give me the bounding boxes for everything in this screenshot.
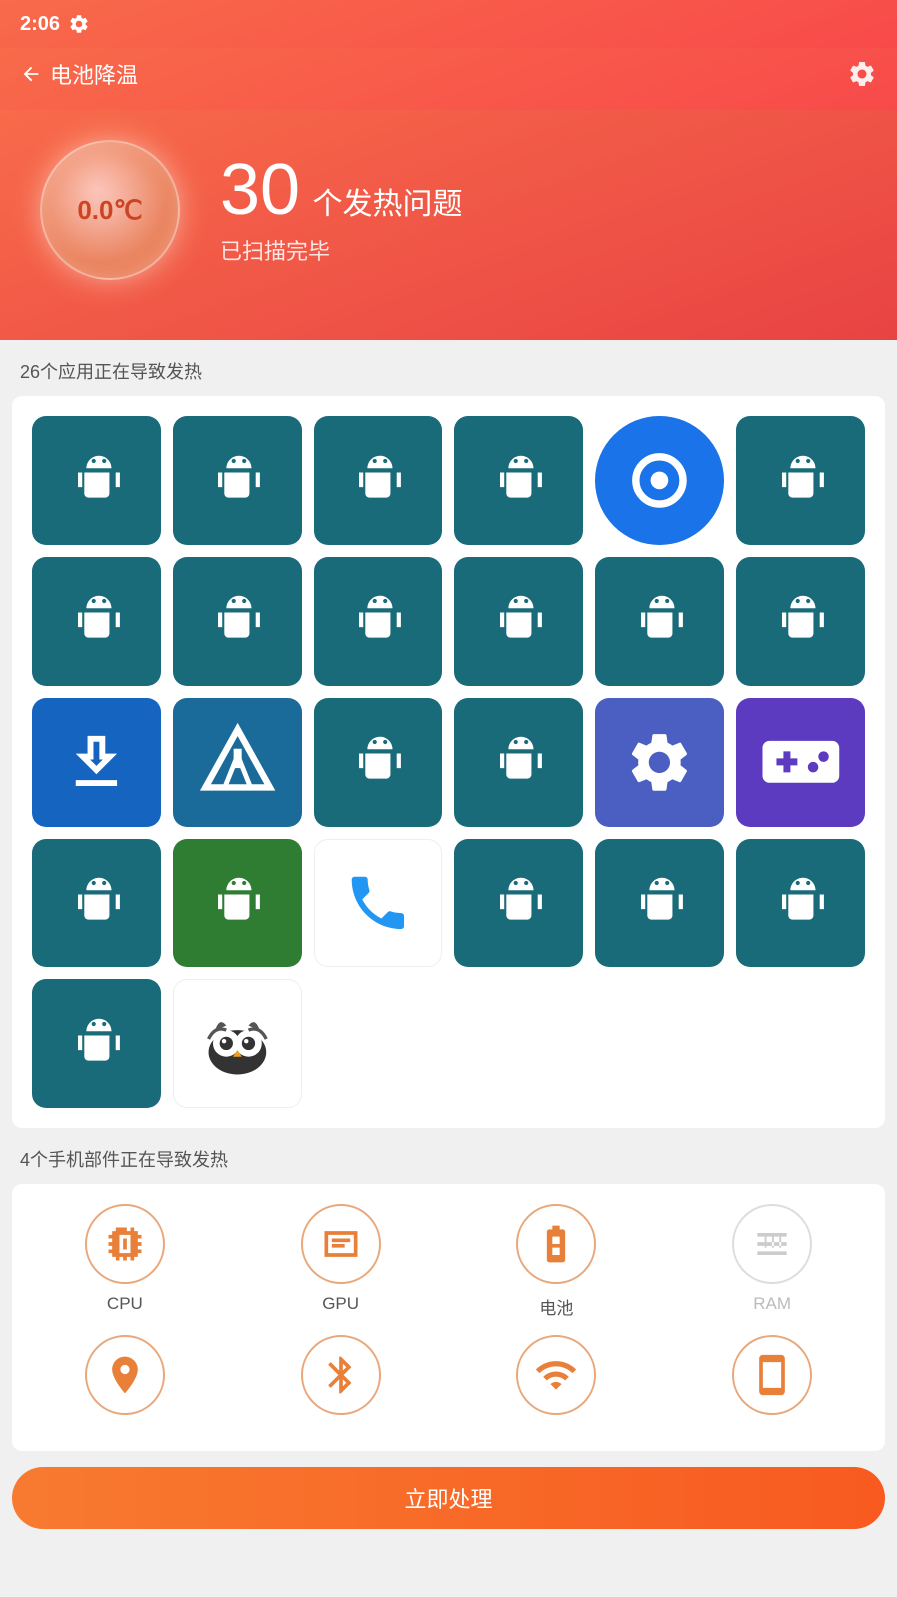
header-settings-icon[interactable] [847,59,877,89]
gpu-label: GPU [322,1294,359,1314]
list-item[interactable] [595,557,724,686]
action-button[interactable]: 立即处理 [12,1467,885,1529]
list-item[interactable] [454,839,583,968]
list-item[interactable] [173,698,302,827]
list-item[interactable] [32,698,161,827]
battery-circle [516,1204,596,1284]
list-item[interactable] [314,557,443,686]
list-item[interactable] [736,698,865,827]
scan-status: 已扫描完毕 [220,234,463,266]
back-icon [20,63,42,85]
temperature-display: 0.0℃ [30,130,190,290]
list-item[interactable] [736,416,865,545]
page-header: 电池降温 [0,48,897,110]
screen-circle [732,1335,812,1415]
list-item[interactable] [454,416,583,545]
apps-grid [12,396,885,1128]
ram-circle [732,1204,812,1284]
list-item[interactable] [32,557,161,686]
list-item[interactable] [454,557,583,686]
temperature-value: 0.0℃ [77,195,142,226]
status-bar: 2:06 [0,0,897,48]
component-location[interactable] [22,1335,228,1415]
list-item[interactable] [736,557,865,686]
hero-section: 0.0℃ 30 个发热问题 已扫描完毕 [0,110,897,340]
list-item[interactable] [32,839,161,968]
list-item[interactable] [32,979,161,1108]
list-item[interactable] [595,698,724,827]
list-item[interactable] [595,416,724,545]
component-bluetooth[interactable] [238,1335,444,1415]
status-gear-icon [68,13,90,35]
list-item[interactable] [595,839,724,968]
cpu-circle [85,1204,165,1284]
list-item[interactable] [314,839,443,968]
gpu-circle [301,1204,381,1284]
list-item[interactable] [173,416,302,545]
list-item[interactable] [173,979,302,1108]
bluetooth-circle [301,1335,381,1415]
list-item[interactable] [314,698,443,827]
issue-label: 个发热问题 [313,188,463,221]
list-item[interactable] [173,557,302,686]
components-grid: CPU GPU 电池 [12,1184,885,1451]
back-button[interactable]: 电池降温 [20,58,138,90]
issue-count: 30 [220,150,300,230]
component-gpu[interactable]: GPU [238,1204,444,1319]
status-time: 2:06 [20,13,60,36]
list-item[interactable] [32,416,161,545]
components-section-heading: 4个手机部件正在导致发热 [0,1128,897,1184]
list-item[interactable] [173,839,302,968]
list-item[interactable] [454,698,583,827]
components-row-2 [22,1335,875,1415]
component-battery[interactable]: 电池 [454,1204,660,1319]
issue-info: 30 个发热问题 已扫描完毕 [220,154,463,266]
component-cpu[interactable]: CPU [22,1204,228,1319]
page-title: 电池降温 [50,58,138,90]
location-circle [85,1335,165,1415]
battery-label: 电池 [539,1294,573,1319]
components-row-1: CPU GPU 电池 [22,1204,875,1319]
component-wifi[interactable] [454,1335,660,1415]
action-button-label: 立即处理 [404,1482,492,1514]
apps-section-heading: 26个应用正在导致发热 [0,340,897,396]
wifi-circle [516,1335,596,1415]
list-item[interactable] [314,416,443,545]
list-item[interactable] [736,839,865,968]
cpu-label: CPU [107,1294,143,1314]
ram-label: RAM [753,1294,791,1314]
component-ram[interactable]: RAM [669,1204,875,1319]
component-screen[interactable] [669,1335,875,1415]
